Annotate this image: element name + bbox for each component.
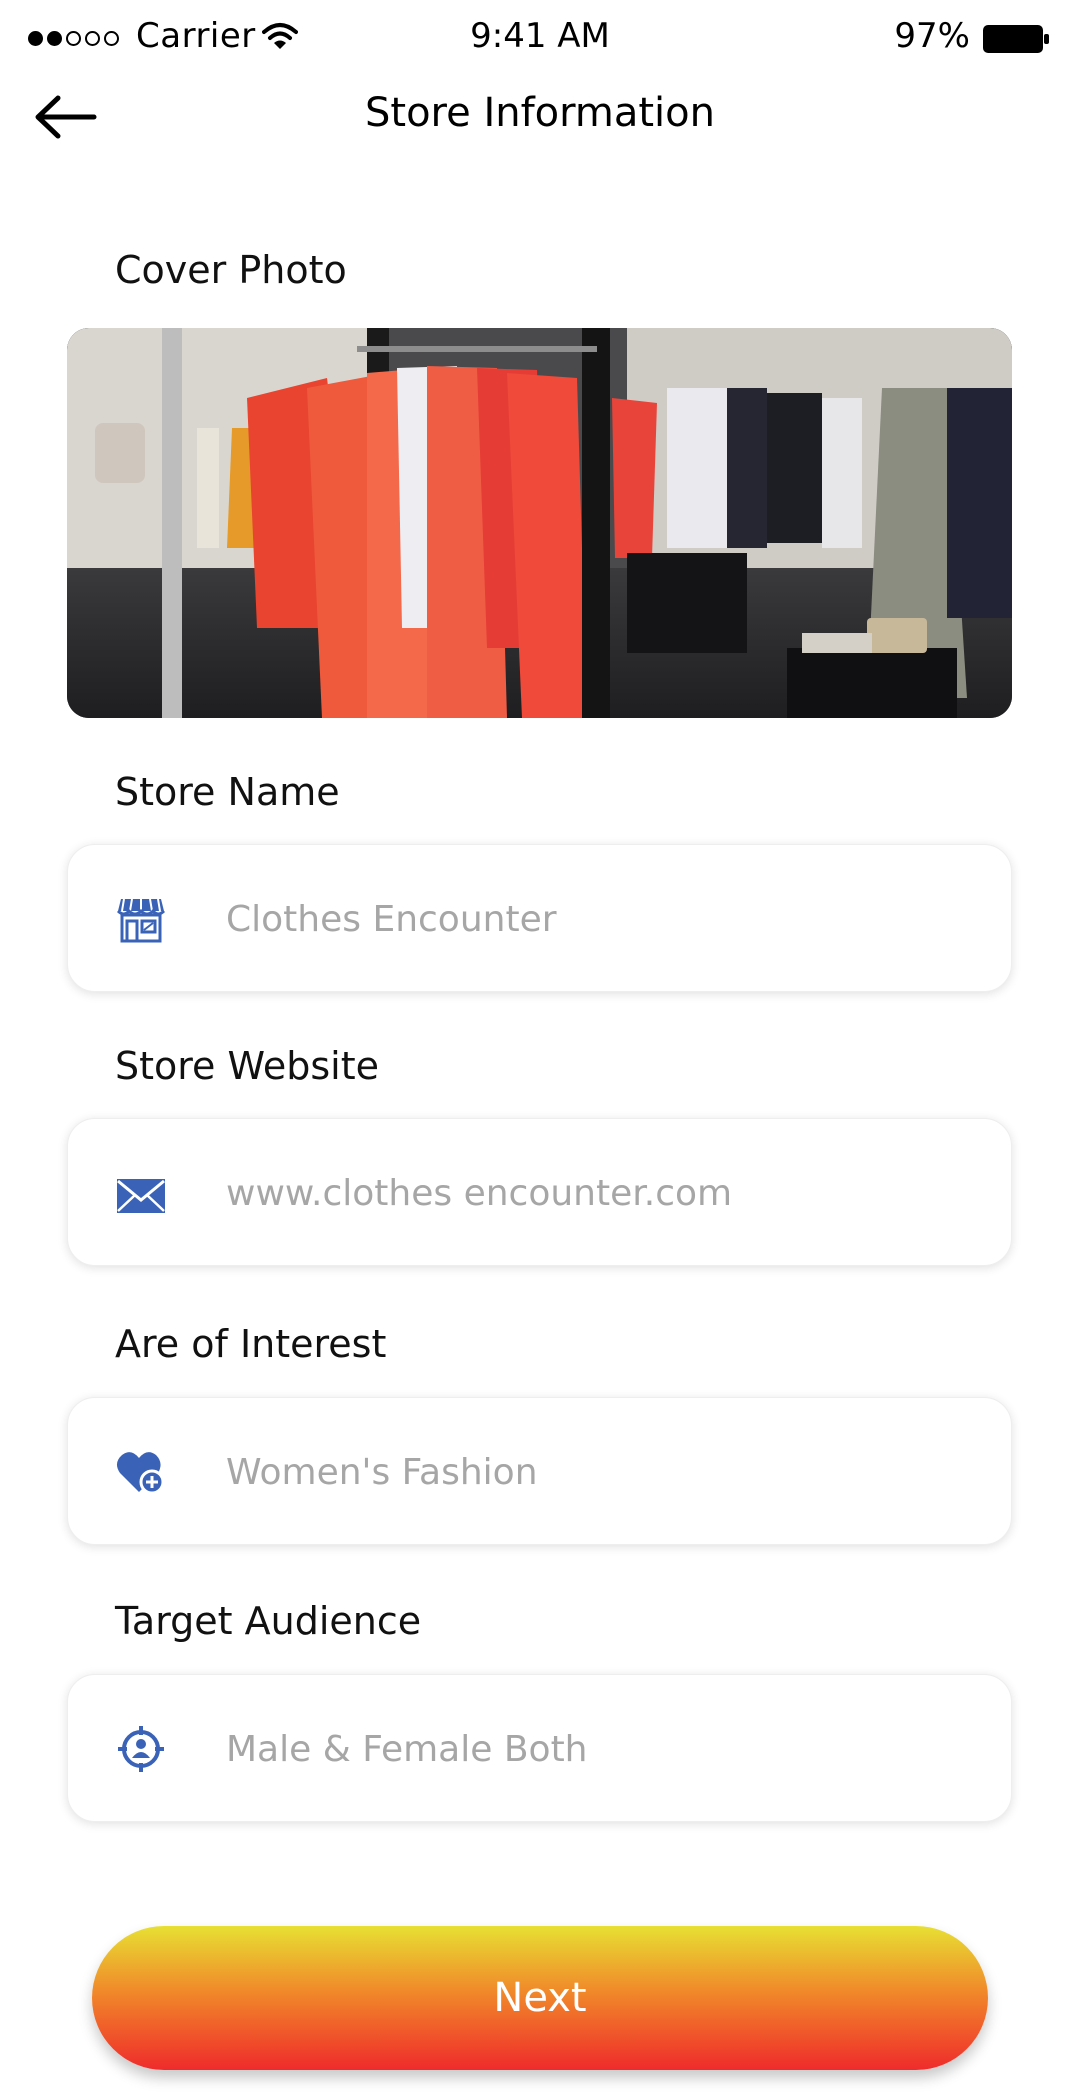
- store-name-label: Store Name: [115, 770, 340, 814]
- cover-photo[interactable]: [67, 328, 1012, 718]
- target-audience-input[interactable]: [226, 1715, 966, 1783]
- store-icon: [116, 898, 166, 943]
- page-title: Store Information: [365, 90, 715, 136]
- next-button[interactable]: Next: [92, 1926, 988, 2070]
- store-name-field[interactable]: [67, 844, 1012, 992]
- store-name-input[interactable]: [226, 885, 966, 953]
- navigation-bar: Store Information: [0, 80, 1080, 152]
- store-website-input[interactable]: [226, 1159, 966, 1227]
- cover-photo-label: Cover Photo: [115, 248, 347, 292]
- envelope-icon: [117, 1179, 165, 1213]
- target-audience-field[interactable]: [67, 1674, 1012, 1822]
- area-of-interest-label: Are of Interest: [115, 1322, 387, 1366]
- area-of-interest-field[interactable]: [67, 1397, 1012, 1545]
- battery-percentage: 97%: [894, 16, 970, 56]
- battery-icon: [983, 25, 1049, 53]
- area-of-interest-input[interactable]: [226, 1438, 966, 1506]
- store-website-label: Store Website: [115, 1044, 379, 1088]
- cover-photo-image: [67, 328, 1012, 718]
- store-website-field[interactable]: [67, 1118, 1012, 1266]
- target-audience-label: Target Audience: [115, 1599, 422, 1643]
- heart-plus-icon: [116, 1452, 165, 1495]
- target-person-icon: [118, 1726, 164, 1772]
- status-bar: Carrier 9:41 AM 97%: [0, 0, 1080, 76]
